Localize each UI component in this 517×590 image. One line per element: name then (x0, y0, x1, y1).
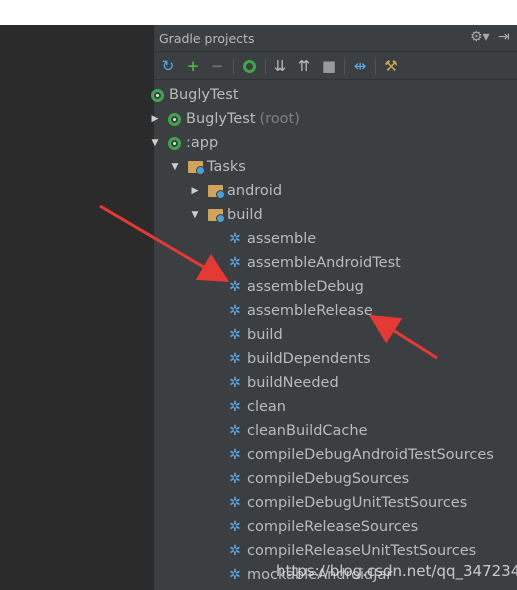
red-arrow-annotation (99, 204, 230, 283)
annotation-overlay (99, 204, 438, 360)
watermark: https://blog.csdn.net/qq_34723470 (276, 562, 517, 580)
red-arrow-annotation (368, 314, 438, 360)
